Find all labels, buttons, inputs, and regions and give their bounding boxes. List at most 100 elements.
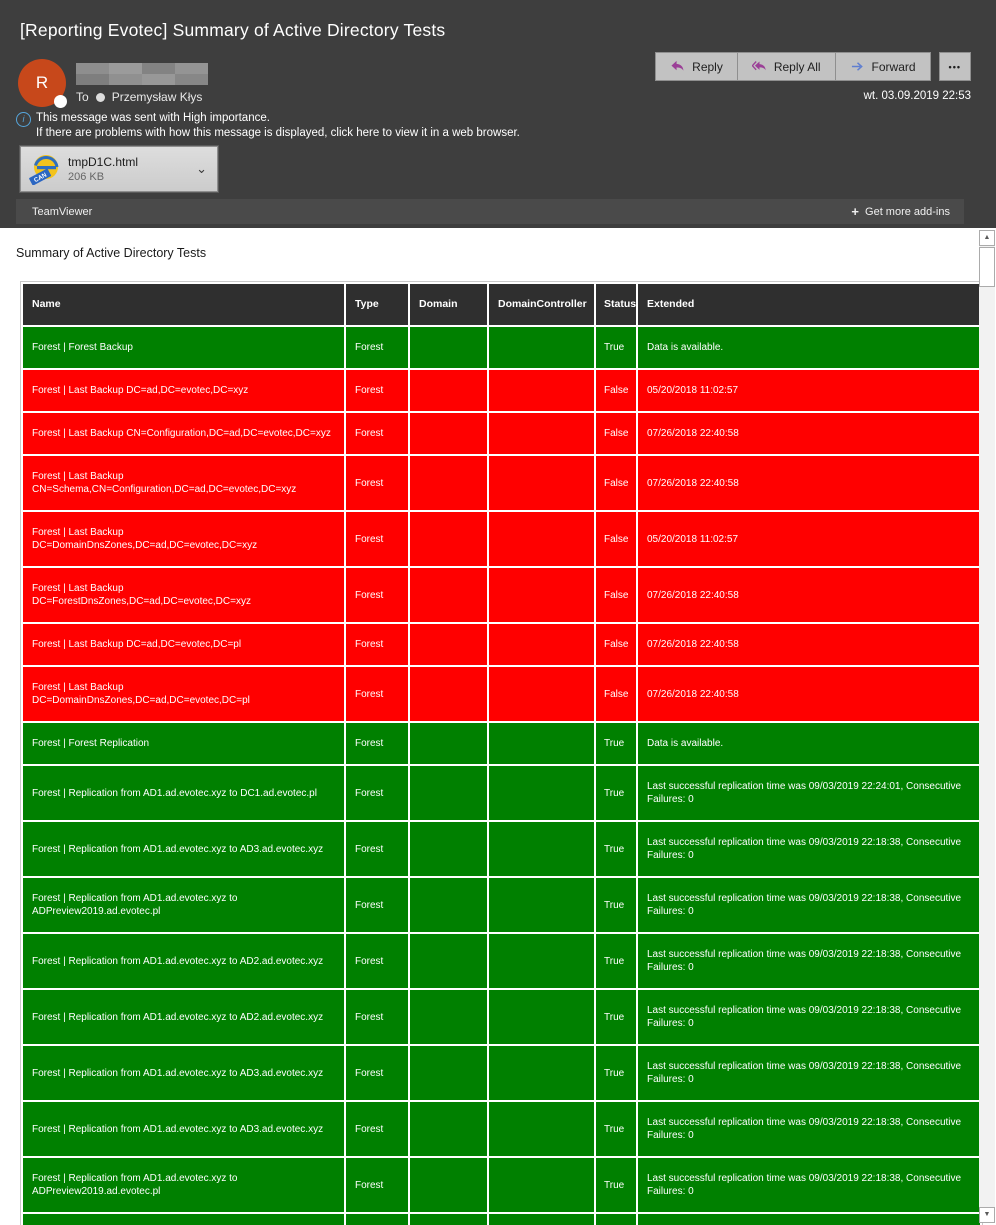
domaincontroller-cell (489, 327, 594, 368)
extended-cell: Last successful replication time was 09/… (638, 1046, 980, 1100)
extended-cell: Data is available. (638, 723, 980, 764)
name-cell: Forest | Replication from AD1.ad.evotec.… (23, 822, 344, 876)
message-body: Summary of Active Directory Tests Name T… (0, 228, 996, 1225)
recipient-name[interactable]: Przemysław Kłys (112, 90, 203, 104)
col-header-name: Name (23, 284, 344, 325)
table-row: Forest | Replication from AD1.ad.evotec.… (23, 1102, 980, 1156)
message-actions: Reply Reply All Forward ••• (655, 52, 971, 81)
type-cell (346, 1214, 408, 1225)
extended-cell: 07/26/2018 22:40:58 (638, 667, 980, 721)
table-row: Forest | Last Backup CN=Configuration,DC… (23, 413, 980, 454)
status-cell: True (596, 990, 636, 1044)
html-file-icon: CAN (29, 153, 61, 185)
domaincontroller-cell (489, 934, 594, 988)
domaincontroller-cell (489, 667, 594, 721)
name-cell: Forest | Replication from AD1.ad.evotec.… (23, 1102, 344, 1156)
table-row: Forest | Last Backup DC=ad,DC=evotec,DC=… (23, 624, 980, 665)
recipient-line: To Przemysław Kłys (76, 90, 202, 104)
table-row: Forest | Replication from AD1.ad.evotec.… (23, 878, 980, 932)
extended-cell: Last successful replication time was 09/… (638, 766, 980, 820)
extended-cell: Last successful replication time was 09/… (638, 1158, 980, 1212)
status-cell: True (596, 1102, 636, 1156)
table-row: Forest | Last Backup DC=DomainDnsZones,D… (23, 512, 980, 566)
teamviewer-addin[interactable]: TeamViewer (32, 206, 92, 218)
domain-cell (410, 1102, 487, 1156)
scroll-up-button[interactable]: ▲ (979, 230, 995, 246)
domaincontroller-cell (489, 624, 594, 665)
vertical-scrollbar[interactable]: ▲ ▼ (979, 230, 995, 1223)
domaincontroller-cell (489, 1102, 594, 1156)
domaincontroller-cell (489, 878, 594, 932)
domain-cell (410, 1046, 487, 1100)
scroll-down-button[interactable]: ▼ (979, 1207, 995, 1223)
status-cell: True (596, 1158, 636, 1212)
status-cell: False (596, 370, 636, 411)
high-importance-notice: This message was sent with High importan… (36, 111, 520, 126)
ellipsis-icon: ••• (949, 62, 961, 72)
forward-arrow-icon (850, 60, 865, 73)
domain-cell (410, 413, 487, 454)
table-row: Forest | Replication from AD1.ad.evotec.… (23, 934, 980, 988)
addin-bar: TeamViewer + Get more add-ins (16, 199, 964, 224)
status-cell: True (596, 822, 636, 876)
view-in-browser-notice[interactable]: If there are problems with how this mess… (36, 126, 520, 141)
table-row: Last successful replication time was 09/… (23, 1214, 980, 1225)
domain-cell (410, 878, 487, 932)
attachment-dropdown-chevron-icon[interactable]: ⌄ (196, 161, 207, 177)
name-cell (23, 1214, 344, 1225)
scrollbar-thumb[interactable] (979, 247, 995, 287)
table-row: Forest | Forest Backup Forest True Data … (23, 327, 980, 368)
domain-cell (410, 512, 487, 566)
domain-cell (410, 456, 487, 510)
mail-reading-pane: [Reporting Evotec] Summary of Active Dir… (0, 0, 996, 1225)
domain-cell (410, 568, 487, 622)
type-cell: Forest (346, 370, 408, 411)
table-row: Forest | Last Backup DC=ad,DC=evotec,DC=… (23, 370, 980, 411)
status-cell: False (596, 456, 636, 510)
extended-cell: 07/26/2018 22:40:58 (638, 568, 980, 622)
domaincontroller-cell (489, 990, 594, 1044)
domaincontroller-cell (489, 512, 594, 566)
sender-name-redacted (76, 63, 208, 85)
table-row: Forest | Replication from AD1.ad.evotec.… (23, 822, 980, 876)
to-label: To (76, 90, 89, 104)
domain-cell (410, 1214, 487, 1225)
forward-button[interactable]: Forward (836, 52, 931, 81)
extended-cell: Last successful replication time was 09/… (638, 1102, 980, 1156)
status-cell: False (596, 624, 636, 665)
type-cell: Forest (346, 456, 408, 510)
name-cell: Forest | Forest Backup (23, 327, 344, 368)
ad-tests-table: Name Type Domain DomainController Status… (20, 281, 983, 1225)
table-row: Forest | Replication from AD1.ad.evotec.… (23, 766, 980, 820)
more-actions-button[interactable]: ••• (939, 52, 971, 81)
col-header-status: Status (596, 284, 636, 325)
name-cell: Forest | Forest Replication (23, 723, 344, 764)
presence-indicator-icon (54, 95, 67, 108)
name-cell: Forest | Replication from AD1.ad.evotec.… (23, 990, 344, 1044)
name-cell: Forest | Last Backup DC=DomainDnsZones,D… (23, 667, 344, 721)
name-cell: Forest | Last Backup DC=ad,DC=evotec,DC=… (23, 370, 344, 411)
type-cell: Forest (346, 990, 408, 1044)
recipient-presence-icon (96, 93, 105, 102)
domain-cell (410, 370, 487, 411)
status-cell: True (596, 766, 636, 820)
type-cell: Forest (346, 327, 408, 368)
domaincontroller-cell (489, 723, 594, 764)
extended-cell: 05/20/2018 11:02:57 (638, 370, 980, 411)
reply-button[interactable]: Reply (655, 52, 738, 81)
status-cell: False (596, 413, 636, 454)
type-cell: Forest (346, 512, 408, 566)
table-row: Forest | Replication from AD1.ad.evotec.… (23, 1158, 980, 1212)
name-cell: Forest | Replication from AD1.ad.evotec.… (23, 766, 344, 820)
reply-all-button[interactable]: Reply All (738, 52, 836, 81)
get-more-addins-button[interactable]: + Get more add-ins (851, 204, 950, 219)
message-notices: i This message was sent with High import… (16, 111, 520, 141)
domain-cell (410, 766, 487, 820)
email-subject: [Reporting Evotec] Summary of Active Dir… (20, 20, 445, 41)
domaincontroller-cell (489, 822, 594, 876)
attachment-card[interactable]: CAN tmpD1C.html 206 KB ⌄ (20, 146, 218, 192)
type-cell: Forest (346, 568, 408, 622)
status-cell: False (596, 512, 636, 566)
extended-cell: 07/26/2018 22:40:58 (638, 456, 980, 510)
status-cell: True (596, 878, 636, 932)
